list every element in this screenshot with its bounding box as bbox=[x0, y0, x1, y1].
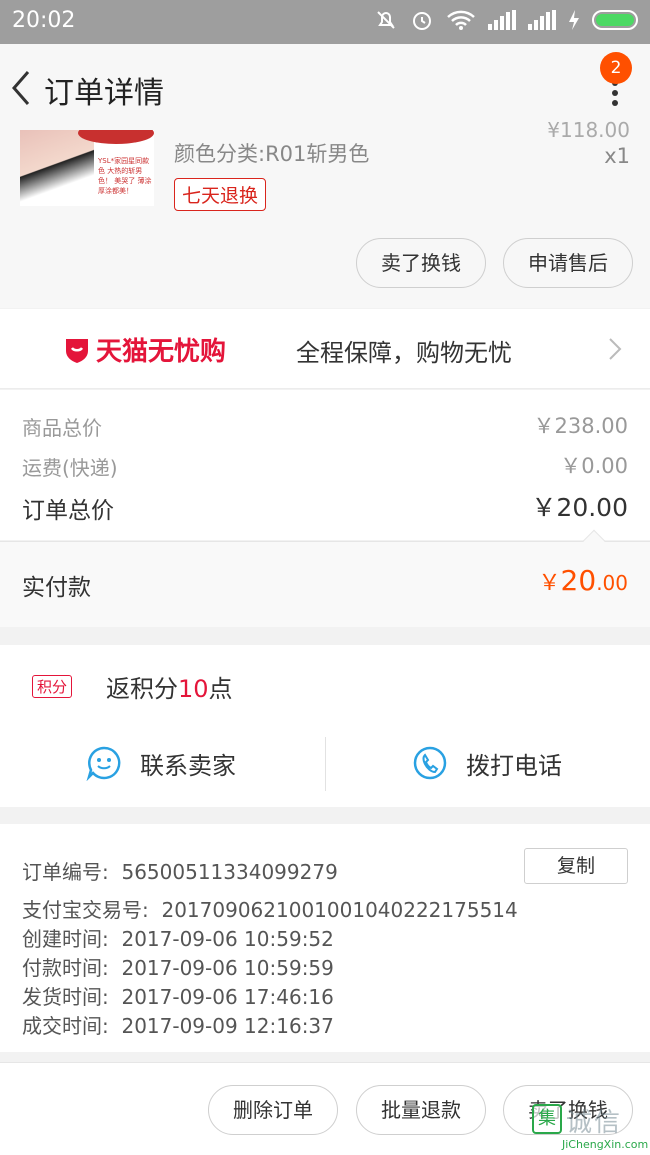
mute-bell-icon bbox=[377, 11, 395, 29]
watermark-logo: 集 bbox=[532, 1104, 562, 1134]
divider bbox=[325, 737, 326, 791]
contact-seller-button[interactable]: 联系卖家 bbox=[86, 745, 236, 781]
guarantee-banner[interactable]: 天猫无忧购 全程保障，购物无忧 bbox=[0, 309, 650, 389]
product-price: ¥118.00 bbox=[547, 118, 630, 142]
actual-payment-amount: ￥20.00 bbox=[538, 564, 628, 597]
chevron-right-icon bbox=[609, 338, 622, 360]
site-watermark: 集 诚信 JiChengXin.com bbox=[532, 1102, 648, 1154]
tmall-shield-icon bbox=[66, 338, 88, 363]
goods-total-label: 商品总价 bbox=[22, 416, 102, 440]
price-summary: 商品总价 ￥238.00 运费(快递) ￥0.00 订单总价 ￥20.00 bbox=[0, 390, 650, 540]
points-reward: 返积分10点 bbox=[106, 675, 233, 703]
shipping-value: ￥0.00 bbox=[560, 454, 628, 478]
delete-order-button[interactable]: 删除订单 bbox=[208, 1085, 338, 1135]
call-phone-label: 拨打电话 bbox=[466, 751, 562, 780]
signal-icon bbox=[488, 10, 516, 30]
points-tag: 积分 bbox=[32, 675, 73, 698]
chat-icon bbox=[86, 746, 121, 781]
thumbnail-caption: YSL*家园星同款色 大热的斩男色！ 美哭了 薄涂厚涂都美！ bbox=[98, 157, 152, 195]
status-icons bbox=[374, 8, 638, 32]
paid-time: 付款时间: 2017-09-06 10:59:59 bbox=[22, 956, 334, 980]
alarm-icon bbox=[413, 12, 431, 30]
page-title: 订单详情 bbox=[44, 76, 164, 111]
goods-total-value: ￥238.00 bbox=[533, 414, 628, 438]
return-policy-tag: 七天退换 bbox=[174, 178, 267, 211]
product-card[interactable]: YSL*家园星同款色 大热的斩男色！ 美哭了 薄涂厚涂都美！ ¥118.00 颜… bbox=[0, 118, 650, 308]
tmall-brand: 天猫无忧购 bbox=[64, 331, 226, 368]
closed-time: 成交时间: 2017-09-09 12:16:37 bbox=[22, 1014, 334, 1038]
product-quantity: x1 bbox=[604, 144, 630, 168]
watermark-en: JiChengXin.com bbox=[562, 1138, 649, 1151]
wifi-icon bbox=[447, 10, 475, 30]
signal-icon-2 bbox=[528, 10, 556, 30]
product-thumbnail[interactable]: YSL*家园星同款色 大热的斩男色！ 美哭了 薄涂厚涂都美！ bbox=[20, 130, 154, 206]
sell-for-cash-button[interactable]: 卖了换钱 bbox=[356, 238, 486, 288]
battery-icon bbox=[592, 10, 638, 30]
status-time: 20:02 bbox=[12, 8, 76, 33]
contact-seller-label: 联系卖家 bbox=[140, 751, 236, 780]
back-arrow-icon[interactable] bbox=[8, 68, 36, 108]
product-sku: 颜色分类:R01斩男色 bbox=[174, 142, 370, 166]
points-and-contact: 积分 返积分10点 联系卖家 拨打电话 bbox=[0, 645, 650, 807]
call-phone-button[interactable]: 拨打电话 bbox=[412, 745, 562, 781]
actual-payment: 实付款 ￥20.00 bbox=[0, 529, 650, 627]
notification-badge: 2 bbox=[600, 52, 632, 84]
created-time: 创建时间: 2017-09-06 10:59:52 bbox=[22, 927, 334, 951]
copy-button[interactable]: 复制 bbox=[524, 848, 628, 884]
batch-refund-button[interactable]: 批量退款 bbox=[356, 1085, 486, 1135]
order-info: 订单编号: 56500511334099279 复制 支付宝交易号: 20170… bbox=[0, 824, 650, 1052]
alipay-trade-number: 支付宝交易号: 2017090621001001040222175514 bbox=[22, 898, 518, 922]
shipped-time: 发货时间: 2017-09-06 17:46:16 bbox=[22, 985, 334, 1009]
guarantee-slogan: 全程保障，购物无忧 bbox=[296, 339, 512, 367]
order-total-label: 订单总价 bbox=[22, 498, 114, 524]
order-total-value: ￥20.00 bbox=[531, 493, 628, 522]
order-number: 订单编号: 56500511334099279 bbox=[22, 860, 338, 884]
status-bar: 20:02 bbox=[0, 0, 650, 44]
charging-icon bbox=[569, 10, 579, 30]
brand-label: 天猫无忧购 bbox=[96, 337, 227, 367]
actual-payment-label: 实付款 bbox=[22, 575, 91, 601]
after-sale-button[interactable]: 申请售后 bbox=[503, 238, 633, 288]
watermark-cn: 诚信 bbox=[566, 1108, 623, 1138]
phone-icon bbox=[413, 746, 447, 780]
shipping-label: 运费(快递) bbox=[22, 456, 118, 480]
